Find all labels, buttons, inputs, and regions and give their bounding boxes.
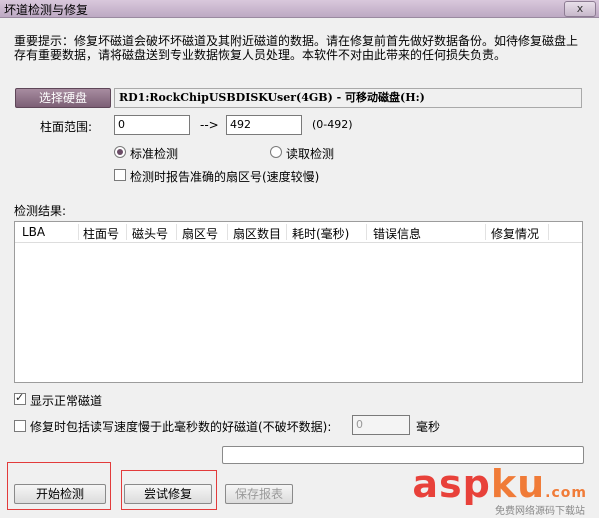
column-divider — [485, 224, 486, 240]
save-report-button[interactable]: 保存报表 — [225, 484, 293, 504]
cylinder-arrow: --> — [200, 118, 219, 132]
watermark-logo: aspku.com — [412, 462, 587, 506]
column-divider — [126, 224, 127, 240]
report-sector-label: 检测时报告准确的扇区号(速度较慢) — [130, 170, 320, 184]
report-sector-checkbox[interactable] — [114, 169, 126, 181]
try-repair-button[interactable]: 尝试修复 — [124, 484, 212, 504]
close-button[interactable]: x — [564, 1, 596, 17]
watermark-suffix: .com — [545, 485, 587, 501]
column-header-repair[interactable]: 修复情况 — [491, 225, 539, 242]
column-header-head[interactable]: 磁头号 — [132, 225, 168, 242]
notice-text: 重要提示：修复坏磁道会破坏坏磁道及其附近磁道的数据。请在修复前首先做好数据备份。… — [14, 34, 579, 62]
repair-slow-checkbox[interactable] — [14, 420, 26, 432]
column-divider — [227, 224, 228, 240]
slow-threshold-input[interactable]: 0 — [352, 415, 410, 435]
watermark-brand-a: asp — [412, 462, 491, 506]
show-normal-checkbox[interactable] — [14, 391, 26, 405]
show-normal-label: 显示正常磁道 — [30, 394, 103, 408]
cylinder-range-label: 柱面范围: — [40, 120, 93, 134]
column-divider — [176, 224, 177, 240]
column-divider — [366, 224, 367, 240]
cylinder-to-input[interactable]: 492 — [226, 115, 302, 135]
window-title: 坏道检测与修复 — [4, 3, 89, 17]
results-table-header: LBA 柱面号 磁头号 扇区号 扇区数目 耗时(毫秒) 错误信息 修复情况 — [15, 222, 582, 243]
column-header-sector[interactable]: 扇区号 — [182, 225, 218, 242]
column-header-cylinder[interactable]: 柱面号 — [83, 225, 119, 242]
watermark-subtitle: 免费网络源码下载站 — [495, 506, 585, 517]
results-label: 检测结果: — [14, 204, 67, 218]
watermark-brand-b: ku — [490, 462, 546, 506]
title-bar: 坏道检测与修复 x — [0, 0, 599, 18]
column-divider — [78, 224, 79, 240]
column-header-time[interactable]: 耗时(毫秒) — [292, 225, 349, 242]
column-divider — [286, 224, 287, 240]
repair-slow-label: 修复时包括读写速度慢于此毫秒数的好磁道(不破坏数据): — [30, 420, 332, 434]
column-header-error[interactable]: 错误信息 — [373, 225, 421, 242]
select-disk-button[interactable]: 选择硬盘 — [15, 88, 111, 108]
start-check-button[interactable]: 开始检测 — [14, 484, 106, 504]
cylinder-from-input[interactable]: 0 — [114, 115, 190, 135]
disk-info: RD1:RockChipUSBDISKUser(4GB) - 可移动磁盘(H:) — [114, 88, 582, 108]
cylinder-range-hint: (0-492) — [312, 118, 353, 131]
standard-check-label: 标准检测 — [130, 147, 179, 161]
standard-check-radio[interactable] — [114, 146, 126, 158]
results-table[interactable]: LBA 柱面号 磁头号 扇区号 扇区数目 耗时(毫秒) 错误信息 修复情况 — [14, 221, 583, 383]
column-header-sector-count[interactable]: 扇区数目 — [233, 225, 281, 242]
column-divider — [548, 224, 549, 240]
slow-threshold-unit: 毫秒 — [416, 420, 441, 434]
column-header-lba[interactable]: LBA — [22, 225, 45, 239]
read-check-radio[interactable] — [270, 146, 282, 158]
read-check-label: 读取检测 — [286, 147, 335, 161]
